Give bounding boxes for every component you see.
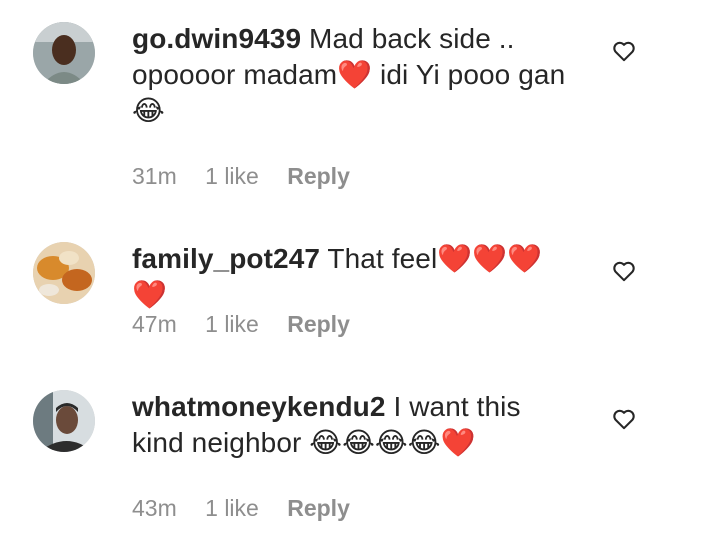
comment-time: 31m xyxy=(132,163,177,189)
reply-button[interactable]: Reply xyxy=(287,311,350,337)
reply-button[interactable]: Reply xyxy=(287,163,350,189)
comment-time: 47m xyxy=(132,311,177,337)
comment-meta: 47m 1 like Reply xyxy=(132,309,372,339)
reply-button[interactable]: Reply xyxy=(287,495,350,521)
comment-likes[interactable]: 1 like xyxy=(205,495,259,521)
heart-outline-icon[interactable] xyxy=(611,258,637,284)
comment-meta: 43m 1 like Reply xyxy=(132,493,372,523)
comment-likes[interactable]: 1 like xyxy=(205,311,259,337)
comment-username[interactable]: go.dwin9439 xyxy=(132,23,301,54)
avatar[interactable] xyxy=(33,22,95,84)
comment-body: go.dwin9439 Mad back side .. opoooor mad… xyxy=(132,21,572,129)
comment-time: 43m xyxy=(132,495,177,521)
heart-outline-icon[interactable] xyxy=(611,38,637,64)
comment-meta: 31m 1 like Reply xyxy=(132,161,372,191)
comment-body: whatmoneykendu2 I want this kind neighbo… xyxy=(132,389,572,461)
avatar[interactable] xyxy=(33,242,95,304)
avatar[interactable] xyxy=(33,390,95,452)
heart-outline-icon[interactable] xyxy=(611,406,637,432)
comment-body: family_pot247 That feel❤️❤️❤️❤️ xyxy=(132,241,572,313)
comment-username[interactable]: family_pot247 xyxy=(132,243,320,274)
comment-likes[interactable]: 1 like xyxy=(205,163,259,189)
comment-username[interactable]: whatmoneykendu2 xyxy=(132,391,386,422)
